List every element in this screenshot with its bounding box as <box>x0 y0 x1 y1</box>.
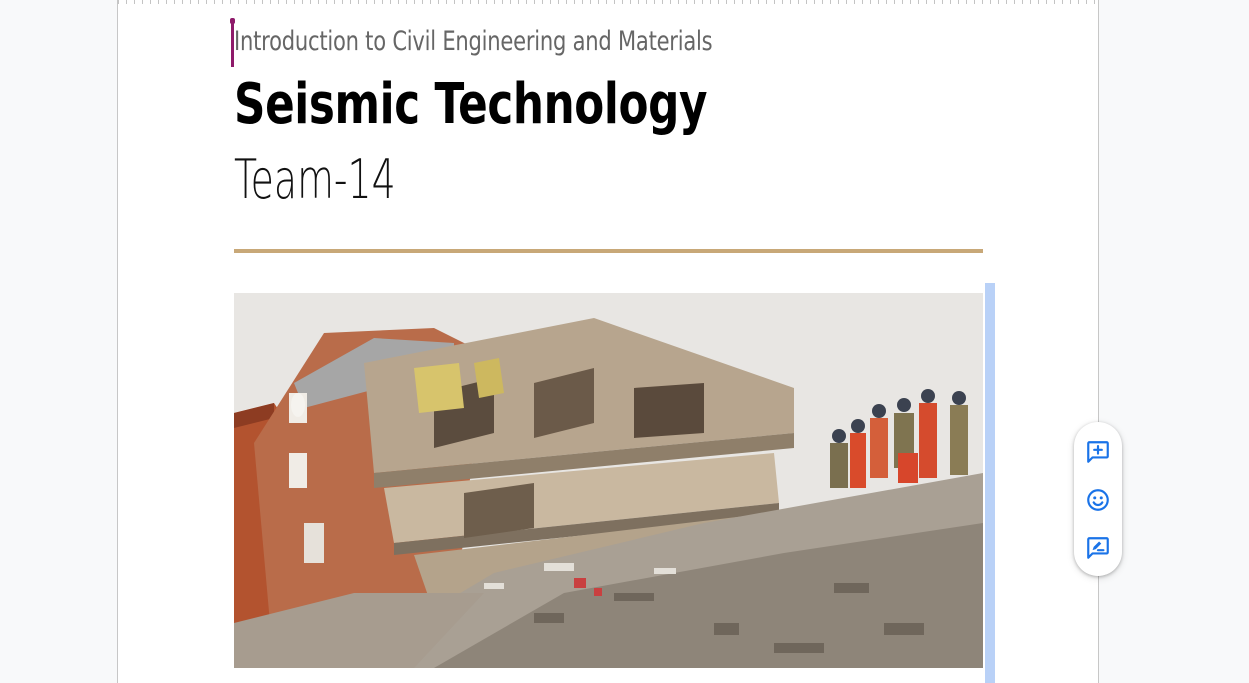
team-heading[interactable]: Team-14 <box>234 148 396 211</box>
earthquake-photo[interactable] <box>234 293 983 668</box>
docs-canvas: Introduction to Civil Engineering and Ma… <box>0 0 1249 683</box>
add-comment-icon <box>1087 441 1109 463</box>
photo-illustration <box>234 293 983 668</box>
add-comment-button[interactable] <box>1082 436 1114 468</box>
horizontal-rule <box>234 249 983 253</box>
document-title[interactable]: Seismic Technology <box>234 72 707 137</box>
emoji-reaction-icon <box>1087 489 1109 511</box>
document-subtitle[interactable]: Introduction to Civil Engineering and Ma… <box>234 26 713 57</box>
suggest-edits-icon <box>1087 537 1109 559</box>
add-emoji-reaction-button[interactable] <box>1082 484 1114 516</box>
image-selection-handle[interactable] <box>985 283 995 683</box>
suggest-edits-button[interactable] <box>1082 532 1114 564</box>
floating-action-toolbar <box>1074 422 1122 576</box>
page-top-edge <box>118 0 1098 4</box>
